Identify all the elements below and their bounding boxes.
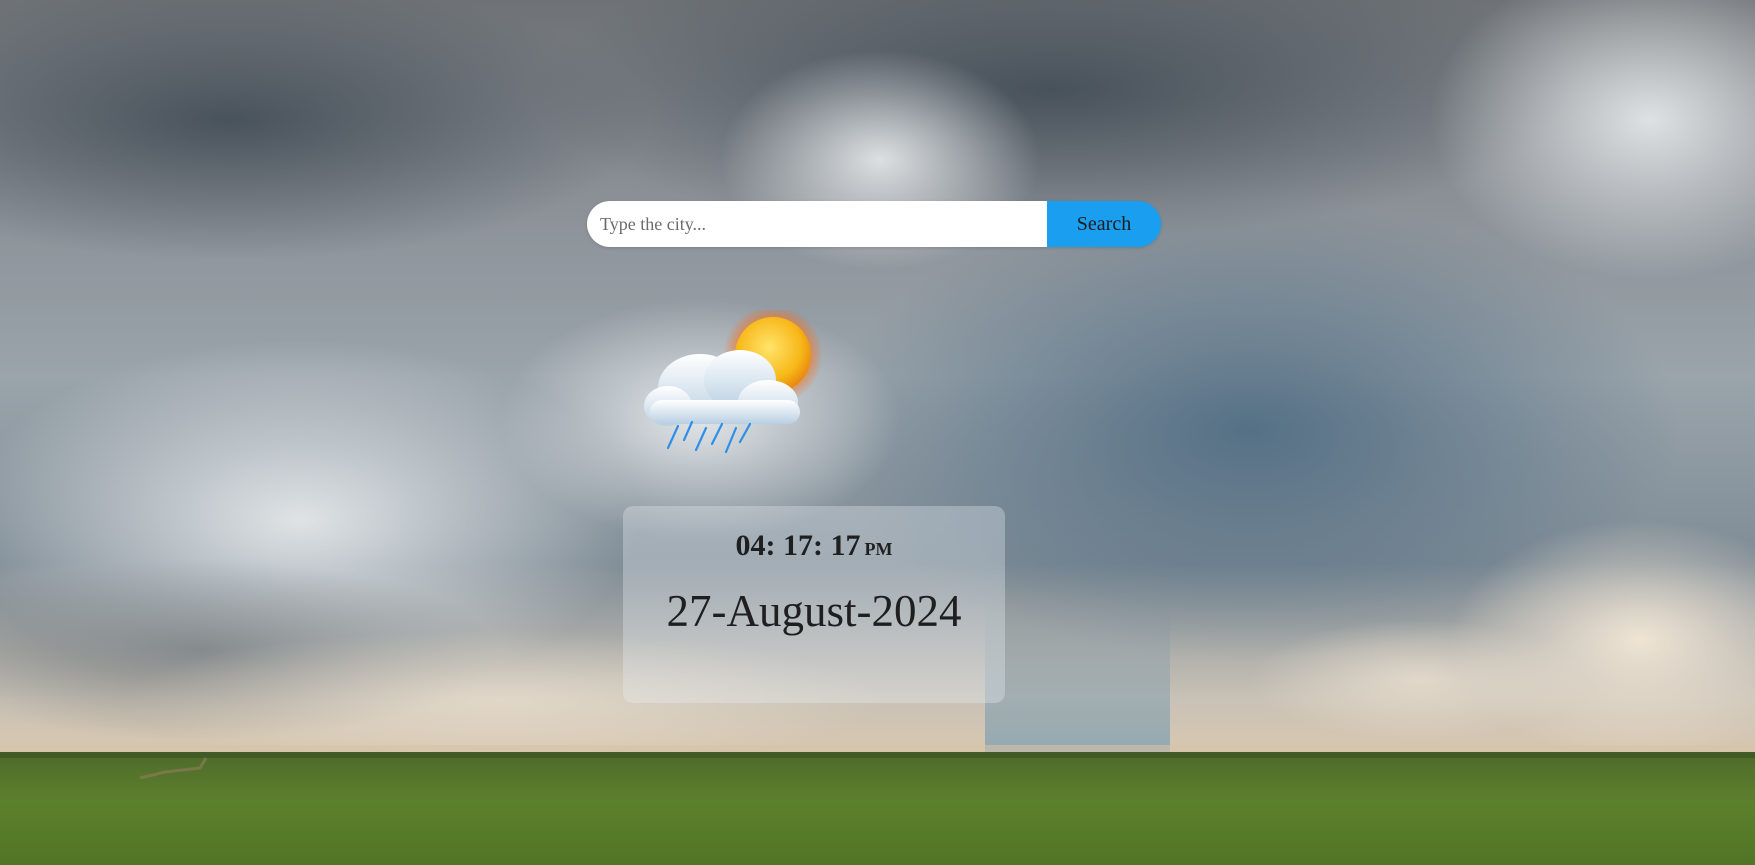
search-button[interactable]: Search: [1047, 201, 1161, 247]
sun-cloud-rain-icon: [640, 305, 830, 460]
background-landscape: [0, 0, 1755, 865]
clock-separator: :: [765, 529, 783, 562]
time-date-card: 04: 17: 17 PM 27-August-2024: [623, 506, 1005, 703]
clock-separator: :: [813, 529, 831, 562]
city-search-input[interactable]: [587, 201, 1047, 247]
clock-period: PM: [864, 539, 893, 559]
search-bar: Search: [587, 201, 1161, 247]
clock: 04: 17: 17 PM: [623, 529, 1005, 563]
clock-hours: 04: [735, 529, 766, 562]
clock-seconds: 17: [830, 529, 861, 562]
clock-minutes: 17: [783, 529, 813, 562]
date-display: 27-August-2024: [666, 586, 962, 636]
